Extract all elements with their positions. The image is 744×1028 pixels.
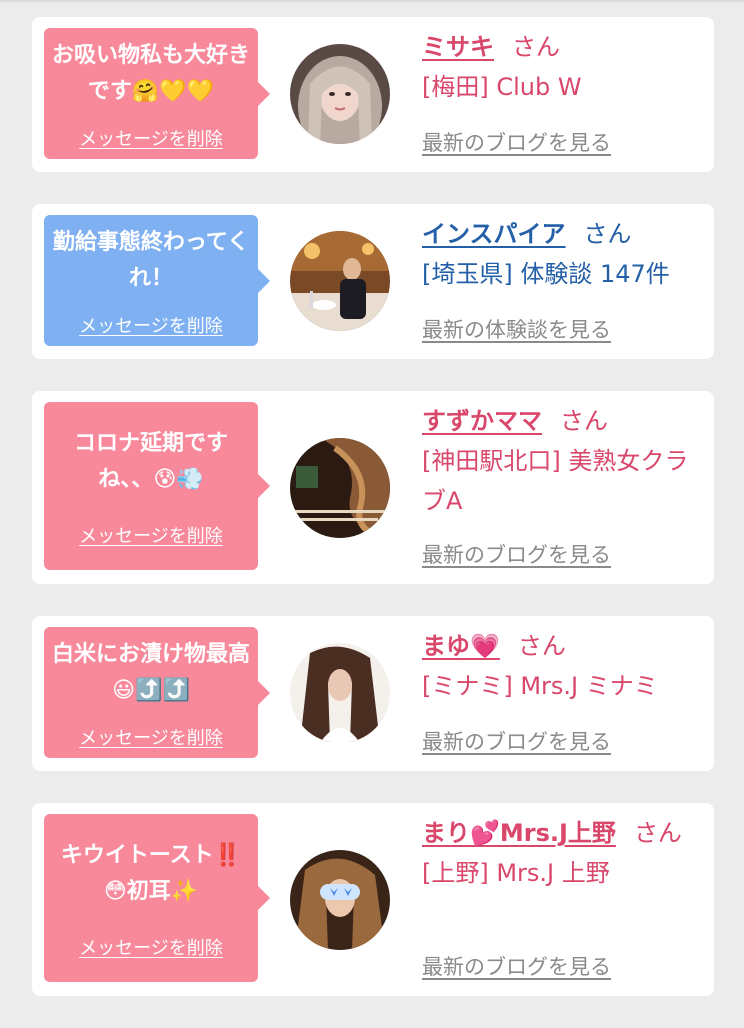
message-bubble: キウイトースト‼️😳初耳✨ メッセージを削除 xyxy=(44,814,270,982)
shop-label: [上野] Mrs.J 上野 xyxy=(422,859,610,887)
woman-portrait-icon xyxy=(290,44,390,144)
message-card: コロナ延期ですね、、😰💨 メッセージを削除 すずかママ さん [神田駅北口] 美熟… xyxy=(32,391,714,584)
delete-message-link[interactable]: メッセージを削除 xyxy=(44,522,258,548)
avatar[interactable] xyxy=(290,643,390,743)
message-card: 白米にお漬け物最高😃⤴️⤴️ メッセージを削除 まゆ💗 さん [ミナミ] Mrs.… xyxy=(32,616,714,771)
shop-label: [神田駅北口] 美熟女クラブA xyxy=(422,447,689,515)
honorific: さん xyxy=(517,632,566,660)
profile-name-link[interactable]: まり💕Mrs.J上野 xyxy=(422,819,616,847)
avatar[interactable] xyxy=(290,438,390,538)
woman-heart-eyes-sticker-icon xyxy=(290,850,390,950)
honorific: さん xyxy=(560,407,608,435)
man-restaurant-photo-icon xyxy=(290,231,390,331)
profile-name-link[interactable]: まゆ💗 xyxy=(422,632,500,660)
message-text: キウイトースト‼️😳初耳✨ xyxy=(60,843,242,904)
top-divider xyxy=(0,0,744,2)
shop-label: [埼玉県] 体験談 147件 xyxy=(422,260,670,288)
message-bubble: コロナ延期ですね、、😰💨 メッセージを削除 xyxy=(44,402,270,570)
message-card: 勤給事態終わってくれ！ メッセージを削除 インスパイア さん [埼玉県] 体験談 … xyxy=(32,204,714,359)
latest-blog-link[interactable]: 最新のブログを見る xyxy=(422,726,611,756)
profile-info: ミサキ さん [梅田] Club W xyxy=(422,29,700,107)
profile-name-link[interactable]: すずかママ xyxy=(422,407,542,435)
honorific: さん xyxy=(633,819,682,847)
delete-message-link[interactable]: メッセージを削除 xyxy=(44,934,258,960)
delete-message-link[interactable]: メッセージを削除 xyxy=(44,125,258,151)
message-text: コロナ延期ですね、、😰💨 xyxy=(73,431,228,492)
latest-blog-link[interactable]: 最新のブログを見る xyxy=(422,127,611,157)
avatar[interactable] xyxy=(290,44,390,144)
message-card: お吸い物私も大好きです🤗💛💛 メッセージを削除 ミサキ さん [梅田] Club … xyxy=(32,17,714,172)
message-text: 白米にお漬け物最高😃⤴️⤴️ xyxy=(51,642,250,703)
club-flyer-icon xyxy=(290,438,390,538)
latest-review-link[interactable]: 最新の体験談を見る xyxy=(422,314,611,344)
profile-name-link[interactable]: インスパイア xyxy=(422,220,566,248)
profile-info: すずかママ さん [神田駅北口] 美熟女クラブA xyxy=(422,403,700,521)
honorific: さん xyxy=(583,220,632,248)
message-bubble: 勤給事態終わってくれ！ メッセージを削除 xyxy=(44,215,270,346)
message-list: お吸い物私も大好きです🤗💛💛 メッセージを削除 ミサキ さん [梅田] Club … xyxy=(32,17,714,1028)
latest-blog-link[interactable]: 最新のブログを見る xyxy=(422,539,611,569)
latest-blog-link[interactable]: 最新のブログを見る xyxy=(422,951,611,981)
profile-info: まゆ💗 さん [ミナミ] Mrs.J ミナミ xyxy=(422,628,700,706)
message-bubble: 白米にお漬け物最高😃⤴️⤴️ メッセージを削除 xyxy=(44,627,270,758)
honorific: さん xyxy=(512,33,560,61)
profile-info: インスパイア さん [埼玉県] 体験談 147件 xyxy=(422,216,700,294)
delete-message-link[interactable]: メッセージを削除 xyxy=(44,312,258,338)
shop-label: [ミナミ] Mrs.J ミナミ xyxy=(422,672,658,700)
avatar[interactable] xyxy=(290,231,390,331)
message-card: キウイトースト‼️😳初耳✨ メッセージを削除 まり💕Mrs.J上野 さん [上野]… xyxy=(32,803,714,996)
avatar[interactable] xyxy=(290,850,390,950)
profile-info: まり💕Mrs.J上野 さん [上野] Mrs.J 上野 xyxy=(422,815,700,893)
woman-long-hair-icon xyxy=(290,643,390,743)
message-bubble: お吸い物私も大好きです🤗💛💛 メッセージを削除 xyxy=(44,28,270,159)
delete-message-link[interactable]: メッセージを削除 xyxy=(44,724,258,750)
profile-name-link[interactable]: ミサキ xyxy=(422,33,494,61)
message-text: 勤給事態終わってくれ！ xyxy=(52,230,250,291)
message-text: お吸い物私も大好きです🤗💛💛 xyxy=(51,43,250,104)
shop-label: [梅田] Club W xyxy=(422,73,582,101)
